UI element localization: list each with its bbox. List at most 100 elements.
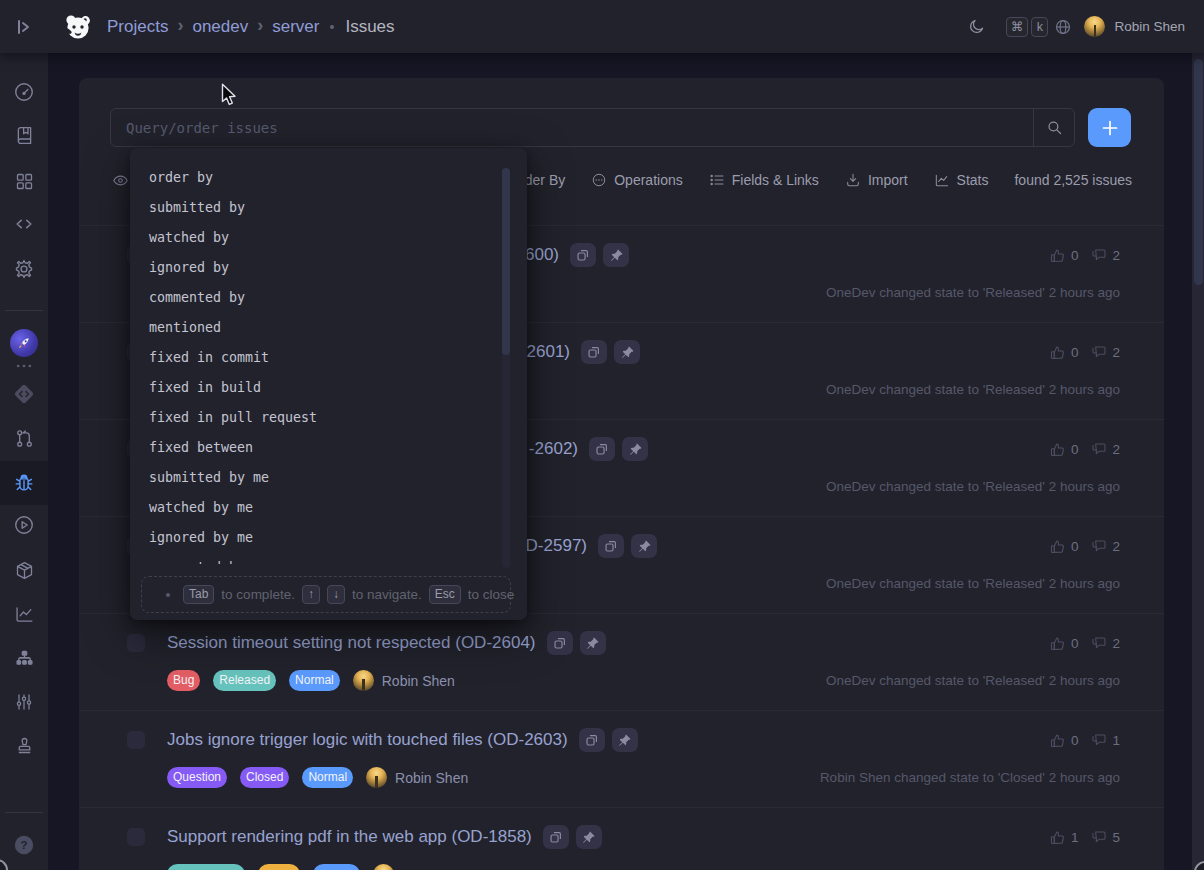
issue-row: Session timeout setting not respected (O… — [79, 613, 1164, 710]
suggestion-item[interactable]: commented by — [130, 283, 527, 313]
page-scrollbar-thumb[interactable] — [1194, 59, 1203, 285]
pin-icon[interactable] — [631, 534, 657, 558]
assignee-name[interactable]: Robin Shen — [395, 770, 468, 786]
sidebar-item-code-project-icon[interactable] — [0, 376, 48, 412]
onedev-logo-icon[interactable] — [62, 11, 94, 43]
assignee-avatar[interactable] — [373, 864, 394, 870]
issue-label[interactable] — [258, 864, 300, 870]
dropdown-scrollbar-thumb[interactable] — [502, 168, 510, 355]
sidebar-expand-icon[interactable] — [14, 17, 34, 37]
copy-icon[interactable] — [570, 243, 596, 267]
svg-text:?: ? — [21, 839, 28, 851]
breadcrumb-server[interactable]: server — [272, 17, 319, 37]
copy-icon[interactable] — [598, 534, 624, 558]
issue-title[interactable]: Jobs ignore trigger logic with touched f… — [167, 730, 568, 750]
breadcrumb-onedev[interactable]: onedev — [192, 17, 248, 37]
hint-bullet — [166, 593, 170, 597]
sidebar-item-hierarchy-icon[interactable] — [0, 640, 48, 676]
thumbs-up-icon — [1049, 441, 1066, 458]
add-issue-button[interactable] — [1088, 108, 1131, 147]
issue-label[interactable]: Released — [213, 670, 276, 691]
query-input-group: Query/order issues — [110, 108, 1075, 147]
sidebar-item-code-icon[interactable] — [0, 206, 48, 242]
page-scrollbar-track[interactable] — [1192, 53, 1204, 870]
sidebar-item-play-icon[interactable] — [0, 507, 48, 543]
page: Projects › onedev › server Issues ⌘ k Ro… — [0, 0, 1204, 870]
fields-links-button[interactable]: Fields & Links — [709, 172, 819, 188]
dropdown-hint: Tab to complete. ↑ ↓ to navigate. Esc to… — [141, 576, 511, 613]
suggestion-item[interactable]: fixed between — [130, 433, 527, 463]
issue-label[interactable] — [167, 864, 245, 870]
suggestion-item[interactable]: fixed in pull request — [130, 403, 527, 433]
sidebar-item-package-icon[interactable] — [0, 552, 48, 588]
shortcut-cmd-key: ⌘ — [1006, 17, 1029, 37]
sidebar-divider — [5, 310, 43, 311]
watch-eye-icon[interactable] — [112, 172, 129, 189]
copy-icon[interactable] — [547, 631, 573, 655]
search-button[interactable] — [1033, 109, 1074, 146]
language-globe-icon[interactable] — [1054, 18, 1072, 36]
topbar: Projects › onedev › server Issues ⌘ k Ro… — [0, 0, 1204, 53]
issue-label[interactable]: Closed — [240, 767, 289, 788]
breadcrumb-projects[interactable]: Projects — [107, 17, 168, 37]
user-avatar[interactable] — [1084, 16, 1105, 37]
vote-count: 0 — [1071, 248, 1079, 263]
suggestion-item[interactable]: fixed in build — [130, 373, 527, 403]
sidebar-item-gear-icon[interactable] — [0, 251, 48, 287]
import-button[interactable]: Import — [845, 172, 908, 188]
comment-count: 5 — [1112, 830, 1120, 845]
pin-icon[interactable] — [622, 437, 648, 461]
issue-title[interactable]: Session timeout setting not respected (O… — [167, 633, 536, 653]
sidebar-item-dashboard-icon[interactable] — [0, 74, 48, 110]
suggestion-item[interactable]: order by — [130, 163, 527, 193]
suggestion-item[interactable]: mentioned — [130, 313, 527, 343]
issue-title[interactable]: Support rendering pdf in the web app (OD… — [167, 827, 532, 847]
copy-icon[interactable] — [581, 340, 607, 364]
assignee-avatar[interactable] — [366, 767, 387, 788]
suggestion-item[interactable]: ignored by me — [130, 523, 527, 553]
query-input[interactable]: Query/order issues — [111, 109, 1033, 146]
suggestion-item[interactable]: fixed in commit — [130, 343, 527, 373]
sidebar-item-book-icon[interactable] — [0, 117, 48, 153]
stats-button[interactable]: Stats — [934, 172, 989, 188]
comment-icon — [1091, 635, 1107, 651]
suggestion-item[interactable]: commented by me — [130, 553, 527, 564]
page-title: Issues — [345, 17, 394, 37]
issue-label[interactable]: Normal — [302, 767, 353, 788]
sidebar-item-bug-icon[interactable] — [0, 465, 48, 501]
suggestion-item[interactable]: watched by me — [130, 493, 527, 523]
sidebar-item-chart-line-icon[interactable] — [0, 596, 48, 632]
copy-icon[interactable] — [579, 728, 605, 752]
pin-icon[interactable] — [576, 825, 602, 849]
suggestion-item[interactable]: submitted by me — [130, 463, 527, 493]
issue-label[interactable]: Bug — [167, 670, 200, 691]
sidebar-item-stamp-icon[interactable] — [0, 727, 48, 763]
assignee-avatar[interactable] — [353, 670, 374, 691]
issue-label[interactable]: Question — [167, 767, 227, 788]
issue-checkbox[interactable] — [127, 731, 145, 749]
issue-checkbox[interactable] — [127, 828, 145, 846]
issue-label[interactable] — [313, 864, 360, 870]
query-suggestions-dropdown: order bysubmitted bywatched byignored by… — [130, 148, 527, 620]
pin-icon[interactable] — [612, 728, 638, 752]
issue-checkbox[interactable] — [127, 634, 145, 652]
issue-label[interactable]: Normal — [289, 670, 340, 691]
user-name[interactable]: Robin Shen — [1114, 19, 1185, 34]
sidebar-item-grid-icon[interactable] — [0, 163, 48, 199]
copy-icon[interactable] — [543, 825, 569, 849]
pin-icon[interactable] — [580, 631, 606, 655]
sidebar-item-help-icon[interactable]: ? — [0, 827, 48, 863]
operations-button[interactable]: Operations — [591, 172, 682, 188]
sidebar-item-sliders-icon[interactable] — [0, 684, 48, 720]
copy-icon[interactable] — [589, 437, 615, 461]
pin-icon[interactable] — [603, 243, 629, 267]
dark-mode-icon[interactable] — [968, 18, 985, 35]
sidebar-item-pull-request-icon[interactable] — [0, 420, 48, 456]
suggestion-item[interactable]: ignored by — [130, 253, 527, 283]
pin-icon[interactable] — [614, 340, 640, 364]
suggestion-item[interactable]: submitted by — [130, 193, 527, 223]
assignee-name[interactable]: Robin Shen — [382, 673, 455, 689]
comment-icon — [1091, 732, 1107, 748]
vote-count: 1 — [1071, 830, 1079, 845]
suggestion-item[interactable]: watched by — [130, 223, 527, 253]
